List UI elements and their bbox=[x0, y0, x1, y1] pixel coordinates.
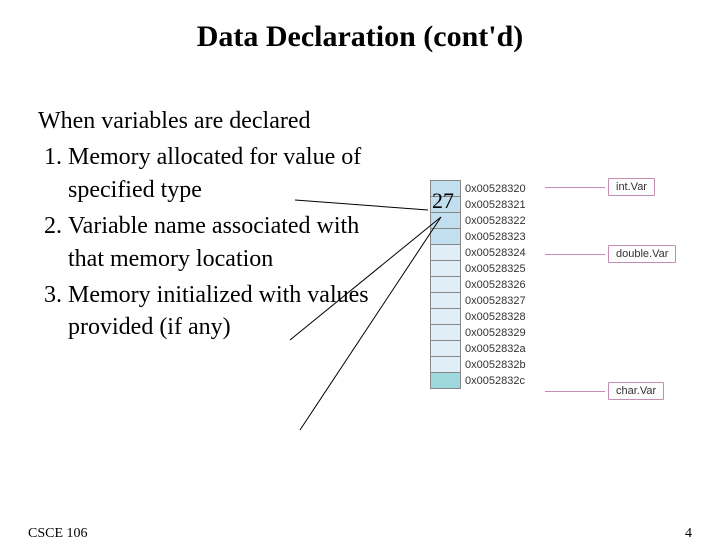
list-item: Variable name associated with that memor… bbox=[68, 210, 378, 275]
var-connector bbox=[545, 254, 605, 255]
var-label-double: double.Var bbox=[608, 245, 676, 263]
mem-cell bbox=[431, 229, 461, 245]
var-label-int: int.Var bbox=[608, 178, 655, 196]
mem-cell bbox=[431, 341, 461, 357]
mem-addr: 0x00528321 bbox=[461, 197, 529, 213]
mem-addr: 0x0052832b bbox=[461, 357, 529, 373]
mem-addr: 0x0052832a bbox=[461, 341, 529, 357]
var-connector bbox=[545, 187, 605, 188]
mem-addr: 0x00528329 bbox=[461, 325, 529, 341]
list-item: Memory initialized with values provided … bbox=[68, 279, 378, 344]
mem-cell bbox=[431, 213, 461, 229]
mem-cell bbox=[431, 197, 461, 213]
mem-cell bbox=[431, 357, 461, 373]
mem-cell bbox=[431, 293, 461, 309]
var-connector bbox=[545, 391, 605, 392]
mem-addr: 0x00528320 bbox=[461, 181, 529, 197]
mem-addr: 0x00528325 bbox=[461, 261, 529, 277]
mem-cell bbox=[431, 373, 461, 389]
mem-addr: 0x00528322 bbox=[461, 213, 529, 229]
mem-cell bbox=[431, 245, 461, 261]
list-item: Memory allocated for value of specified … bbox=[68, 141, 378, 206]
mem-addr: 0x00528326 bbox=[461, 277, 529, 293]
mem-cell bbox=[431, 277, 461, 293]
memory-diagram: 0x00528320 0x00528321 0x00528322 0x00528… bbox=[430, 180, 700, 389]
mem-addr: 0x00528323 bbox=[461, 229, 529, 245]
mem-cell bbox=[431, 181, 461, 197]
mem-cell bbox=[431, 309, 461, 325]
var-label-char: char.Var bbox=[608, 382, 664, 400]
slide-title: Data Declaration (cont'd) bbox=[0, 20, 720, 54]
mem-addr: 0x00528327 bbox=[461, 293, 529, 309]
mem-addr: 0x0052832c bbox=[461, 373, 529, 389]
mem-addr: 0x00528328 bbox=[461, 309, 529, 325]
memory-table: 0x00528320 0x00528321 0x00528322 0x00528… bbox=[430, 180, 529, 389]
mem-addr: 0x00528324 bbox=[461, 245, 529, 261]
intro-line: When variables are declared bbox=[38, 105, 378, 137]
body-text: When variables are declared Memory alloc… bbox=[38, 105, 378, 348]
declaration-list: Memory allocated for value of specified … bbox=[38, 141, 378, 343]
mem-cell bbox=[431, 325, 461, 341]
mem-cell bbox=[431, 261, 461, 277]
